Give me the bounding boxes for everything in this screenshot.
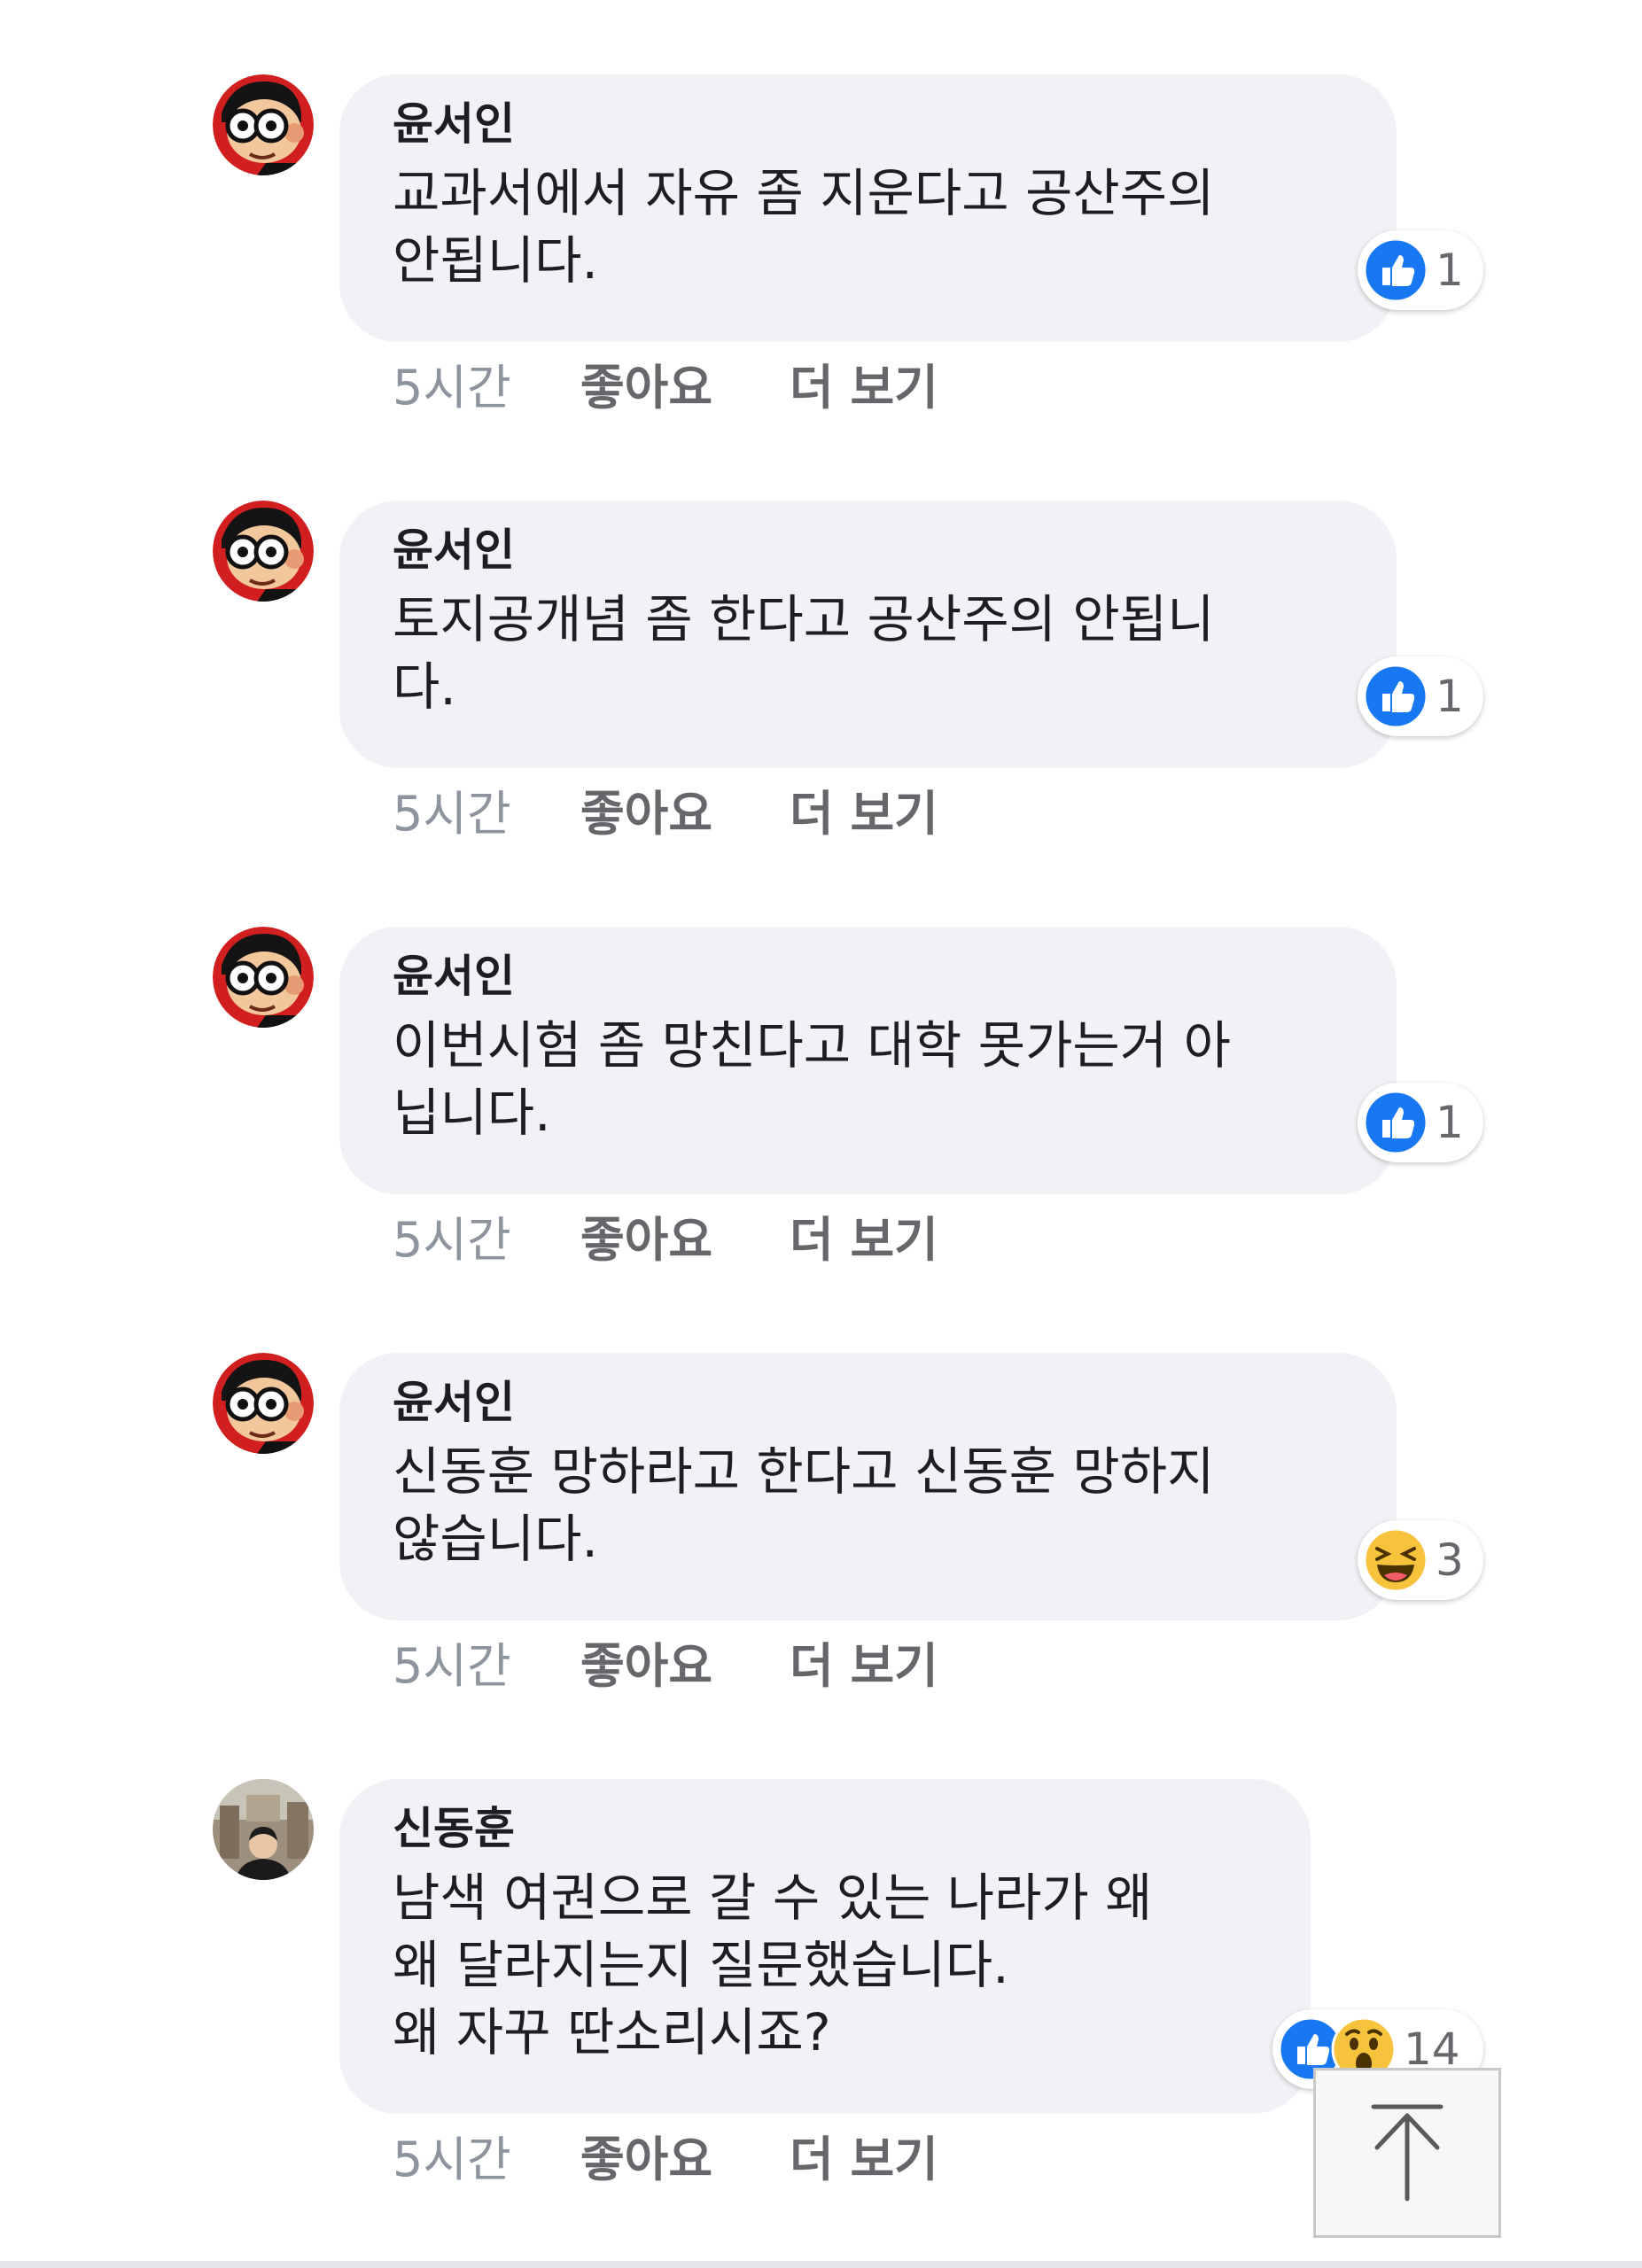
reaction-summary[interactable]: 1 <box>1358 1083 1483 1162</box>
reaction-count: 1 <box>1436 671 1464 722</box>
like-icon <box>1363 1090 1428 1155</box>
like-icon <box>1363 237 1428 303</box>
more-button[interactable]: 더 보기 <box>790 2132 938 2188</box>
like-button[interactable]: 좋아요 <box>580 1638 790 1695</box>
comment-actions: 5시간 좋아요 더 보기 <box>393 786 938 843</box>
scroll-to-top-button[interactable] <box>1313 2068 1501 2238</box>
comment-bubble[interactable]: 윤서인 이번시험 좀 망친다고 대학 못가는거 아 닙니다. <box>339 927 1397 1194</box>
comment-time[interactable]: 5시간 <box>393 786 580 843</box>
reaction-count: 1 <box>1436 1097 1464 1148</box>
comment-text: 신동훈 망하라고 한다고 신동훈 망하지 않습니다. <box>393 1441 1215 1569</box>
more-button[interactable]: 더 보기 <box>790 786 938 843</box>
like-button[interactable]: 좋아요 <box>580 2132 790 2188</box>
comment-actions: 5시간 좋아요 더 보기 <box>393 2132 938 2188</box>
avatar-cartoon[interactable] <box>213 927 314 1028</box>
avatar-cartoon[interactable] <box>213 74 314 175</box>
comment-bubble[interactable]: 윤서인 교과서에서 자유 좀 지운다고 공산주의 안됩니다. <box>339 74 1397 342</box>
reaction-summary[interactable]: 1 <box>1358 656 1483 736</box>
comment-author[interactable]: 윤서인 <box>393 946 1352 1006</box>
comment-time[interactable]: 5시간 <box>393 1212 580 1269</box>
comment-text: 남색 여권으로 갈 수 있는 나라가 왜 왜 달라지는지 질문했습니다. 왜 자… <box>393 1868 1153 2062</box>
like-button[interactable]: 좋아요 <box>580 1212 790 1269</box>
more-button[interactable]: 더 보기 <box>790 360 938 416</box>
avatar-photo[interactable] <box>213 1779 314 1880</box>
like-button[interactable]: 좋아요 <box>580 786 790 843</box>
comment-actions: 5시간 좋아요 더 보기 <box>393 360 938 416</box>
like-icon <box>1363 664 1428 729</box>
more-button[interactable]: 더 보기 <box>790 1638 938 1695</box>
bottom-divider <box>0 2261 1642 2268</box>
reaction-summary[interactable]: 1 <box>1358 230 1483 310</box>
comment-actions: 5시간 좋아요 더 보기 <box>393 1212 938 1269</box>
comment-bubble[interactable]: 윤서인 토지공개념 좀 한다고 공산주의 안됩니 다. <box>339 501 1397 768</box>
arrow-up-icon <box>1371 2104 1444 2202</box>
comment-time[interactable]: 5시간 <box>393 2132 580 2188</box>
comment-time[interactable]: 5시간 <box>393 1638 580 1695</box>
comment-author[interactable]: 윤서인 <box>393 520 1352 580</box>
more-button[interactable]: 더 보기 <box>790 1212 938 1269</box>
avatar-cartoon[interactable] <box>213 501 314 602</box>
comment-text: 이번시험 좀 망친다고 대학 못가는거 아 닙니다. <box>393 1015 1231 1143</box>
reaction-count: 1 <box>1436 245 1464 296</box>
like-button[interactable]: 좋아요 <box>580 360 790 416</box>
reaction-count: 3 <box>1436 1534 1464 1586</box>
comment-actions: 5시간 좋아요 더 보기 <box>393 1638 938 1695</box>
reaction-summary[interactable]: 3 <box>1358 1520 1483 1600</box>
comment-author[interactable]: 윤서인 <box>393 1372 1352 1433</box>
comment-text: 토지공개념 좀 한다고 공산주의 안됩니 다. <box>393 589 1215 717</box>
comment-time[interactable]: 5시간 <box>393 360 580 416</box>
avatar-cartoon[interactable] <box>213 1353 314 1454</box>
haha-icon <box>1363 1527 1428 1593</box>
comment-bubble[interactable]: 윤서인 신동훈 망하라고 한다고 신동훈 망하지 않습니다. <box>339 1353 1397 1620</box>
comment-author[interactable]: 윤서인 <box>393 94 1352 154</box>
comment-author[interactable]: 신동훈 <box>393 1798 1266 1859</box>
comment-text: 교과서에서 자유 좀 지운다고 공산주의 안됩니다. <box>393 163 1215 291</box>
comment-bubble[interactable]: 신동훈 남색 여권으로 갈 수 있는 나라가 왜 왜 달라지는지 질문했습니다.… <box>339 1779 1311 2114</box>
